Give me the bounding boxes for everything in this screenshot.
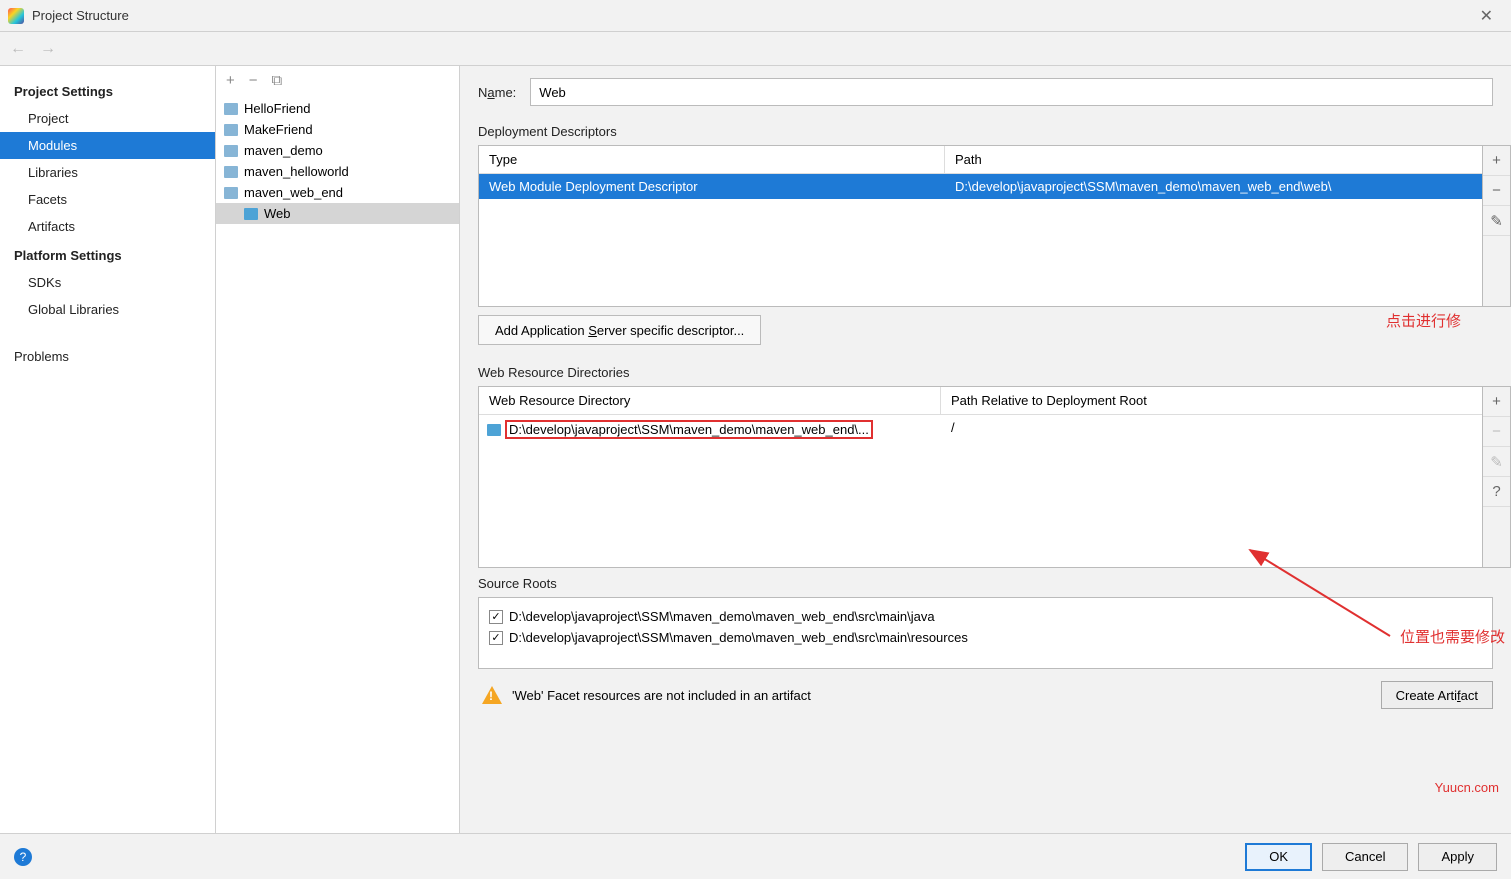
name-input[interactable]	[530, 78, 1493, 106]
add-server-descriptor-button[interactable]: Add Application Server specific descript…	[478, 315, 761, 345]
help-icon[interactable]: ?	[1483, 477, 1510, 507]
sidebar-item-facets[interactable]: Facets	[0, 186, 215, 213]
deployment-table[interactable]: Type Path Web Module Deployment Descript…	[478, 145, 1483, 307]
web-resource-dirs-label: Web Resource Directories	[478, 365, 1511, 380]
checkbox-icon[interactable]: ✓	[489, 610, 503, 624]
sidebar-item-problems[interactable]: Problems	[0, 343, 215, 370]
add-icon[interactable]: +	[1483, 387, 1510, 417]
deployment-descriptors-label: Deployment Descriptors	[478, 124, 1511, 139]
warning-row: 'Web' Facet resources are not included i…	[478, 669, 1511, 709]
edit-icon[interactable]: ✎	[1483, 447, 1510, 477]
module-toolbar: + − ⧉	[216, 66, 459, 94]
col-resource-dir: Web Resource Directory	[479, 387, 941, 414]
create-artifact-button[interactable]: Create Artifact	[1381, 681, 1493, 709]
checkbox-icon[interactable]: ✓	[489, 631, 503, 645]
back-icon[interactable]: ←	[10, 40, 26, 58]
folder-icon	[487, 424, 501, 436]
col-relative-path: Path Relative to Deployment Root	[941, 387, 1482, 414]
warning-text: 'Web' Facet resources are not included i…	[512, 688, 811, 703]
source-root-row[interactable]: ✓ D:\develop\javaproject\SSM\maven_demo\…	[489, 627, 1482, 648]
source-roots-panel: ✓ D:\develop\javaproject\SSM\maven_demo\…	[478, 597, 1493, 669]
web-resource-table[interactable]: Web Resource Directory Path Relative to …	[478, 386, 1483, 568]
copy-icon[interactable]: ⧉	[272, 72, 283, 89]
sidebar: Project Settings Project Modules Librari…	[0, 66, 216, 833]
content-panel: Name: Deployment Descriptors Type Path W…	[460, 66, 1511, 833]
window-title: Project Structure	[32, 8, 129, 23]
watermark: Yuucn.com	[1435, 780, 1499, 795]
folder-icon	[224, 145, 238, 157]
close-icon[interactable]: ✕	[1470, 6, 1503, 26]
module-tree-panel: + − ⧉ HelloFriend MakeFriend maven_demo …	[216, 66, 460, 833]
sidebar-item-libraries[interactable]: Libraries	[0, 159, 215, 186]
cancel-button[interactable]: Cancel	[1322, 843, 1408, 871]
tree-item[interactable]: maven_demo	[216, 140, 459, 161]
table-row[interactable]: Web Module Deployment Descriptor D:\deve…	[479, 174, 1482, 199]
tree-item[interactable]: maven_helloworld	[216, 161, 459, 182]
add-icon[interactable]: +	[226, 72, 235, 89]
sidebar-item-artifacts[interactable]: Artifacts	[0, 213, 215, 240]
add-icon[interactable]: +	[1483, 146, 1510, 176]
nav-toolbar: ← →	[0, 32, 1511, 66]
app-icon	[8, 8, 24, 24]
sidebar-item-project[interactable]: Project	[0, 105, 215, 132]
source-roots-label: Source Roots	[478, 576, 1511, 591]
edit-icon[interactable]: ✎	[1483, 206, 1510, 236]
name-label: Name:	[478, 85, 516, 100]
col-path: Path	[945, 146, 1482, 173]
folder-icon	[224, 103, 238, 115]
help-icon[interactable]: ?	[14, 848, 32, 866]
module-tree: HelloFriend MakeFriend maven_demo maven_…	[216, 94, 459, 228]
apply-button[interactable]: Apply	[1418, 843, 1497, 871]
sidebar-item-sdks[interactable]: SDKs	[0, 269, 215, 296]
remove-icon[interactable]: −	[249, 72, 258, 89]
col-type: Type	[479, 146, 945, 173]
annotation-text-1: 点击进行修	[1386, 310, 1461, 331]
table-row[interactable]: D:\develop\javaproject\SSM\maven_demo\ma…	[479, 415, 1482, 444]
highlighted-path: D:\develop\javaproject\SSM\maven_demo\ma…	[505, 420, 873, 439]
warning-icon	[482, 686, 502, 704]
tree-item[interactable]: maven_web_end	[216, 182, 459, 203]
web-facet-icon	[244, 208, 258, 220]
section-platform-settings: Platform Settings	[0, 240, 215, 269]
webres-side-buttons: + − ✎ ?	[1483, 386, 1511, 568]
footer: ? OK Cancel Apply	[0, 833, 1511, 879]
tree-item-web[interactable]: Web	[216, 203, 459, 224]
source-root-row[interactable]: ✓ D:\develop\javaproject\SSM\maven_demo\…	[489, 606, 1482, 627]
ok-button[interactable]: OK	[1245, 843, 1312, 871]
sidebar-item-global-libraries[interactable]: Global Libraries	[0, 296, 215, 323]
section-project-settings: Project Settings	[0, 76, 215, 105]
remove-icon[interactable]: −	[1483, 417, 1510, 447]
annotation-text-2: 位置也需要修改	[1400, 626, 1505, 647]
folder-icon	[224, 166, 238, 178]
forward-icon[interactable]: →	[40, 40, 56, 58]
tree-item[interactable]: HelloFriend	[216, 98, 459, 119]
sidebar-item-modules[interactable]: Modules	[0, 132, 215, 159]
folder-icon	[224, 124, 238, 136]
folder-icon	[224, 187, 238, 199]
remove-icon[interactable]: −	[1483, 176, 1510, 206]
deploy-side-buttons: + − ✎	[1483, 145, 1511, 307]
tree-item[interactable]: MakeFriend	[216, 119, 459, 140]
titlebar: Project Structure ✕	[0, 0, 1511, 32]
